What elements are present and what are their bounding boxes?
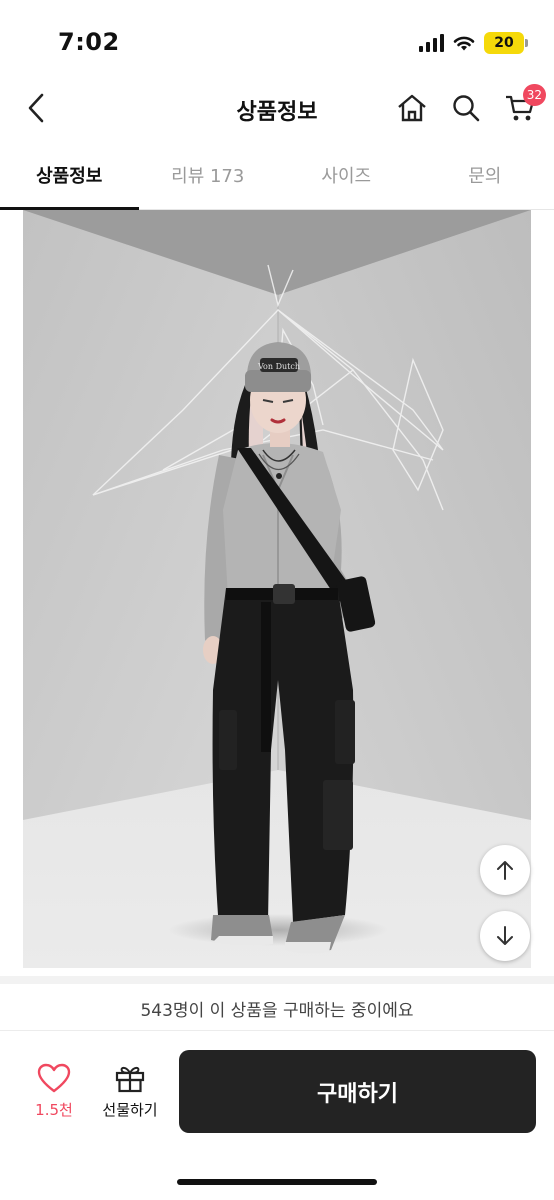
tab-size[interactable]: 사이즈 [277, 146, 416, 209]
like-button[interactable]: 1.5천 [26, 1063, 82, 1120]
gift-label: 선물하기 [102, 1101, 158, 1119]
like-count: 1.5천 [35, 1101, 73, 1119]
battery-level: 20 [494, 35, 514, 51]
back-button[interactable] [18, 90, 54, 126]
cart-count-badge: 32 [522, 84, 546, 106]
scroll-down-button[interactable] [480, 911, 530, 961]
arrow-up-icon [497, 861, 513, 880]
signal-icon [419, 34, 444, 52]
bottom-action-bar: 1.5천 선물하기 구매하기 [0, 1030, 554, 1200]
search-button[interactable] [448, 90, 484, 126]
model-photo: Von Dutch [23, 210, 531, 968]
gift-icon [115, 1066, 145, 1093]
search-icon [453, 95, 480, 122]
section-divider [0, 976, 554, 984]
arrow-down-icon [497, 926, 513, 945]
home-icon [398, 94, 426, 122]
purchase-status-text: 543명이 이 상품을 구매하는 중이에요 [140, 1001, 414, 1021]
top-header: 상품정보 32 [0, 80, 554, 138]
status-time: 7:02 [58, 28, 120, 56]
tab-product-info[interactable]: 상품정보 [0, 146, 139, 210]
heart-icon [37, 1063, 71, 1093]
cart-button[interactable]: 32 [502, 84, 546, 126]
tab-inquiry[interactable]: 문의 [416, 146, 554, 209]
battery-indicator: 20 [484, 32, 528, 54]
gift-button[interactable]: 선물하기 [96, 1063, 164, 1120]
status-icons: 20 [419, 32, 528, 54]
tab-reviews[interactable]: 리뷰 173 [139, 146, 278, 209]
tab-bar: 상품정보 리뷰 173 사이즈 문의 [0, 146, 554, 210]
wifi-icon [453, 36, 475, 51]
chevron-left-icon [28, 93, 44, 123]
home-button[interactable] [394, 90, 430, 126]
status-bar: 7:02 20 [0, 0, 554, 80]
home-indicator [177, 1179, 377, 1185]
product-image: Von Dutch [23, 210, 531, 968]
hat-logo-text: Von Dutch [257, 362, 300, 371]
scroll-up-button[interactable] [480, 845, 530, 895]
buy-button[interactable]: 구매하기 [179, 1050, 536, 1133]
